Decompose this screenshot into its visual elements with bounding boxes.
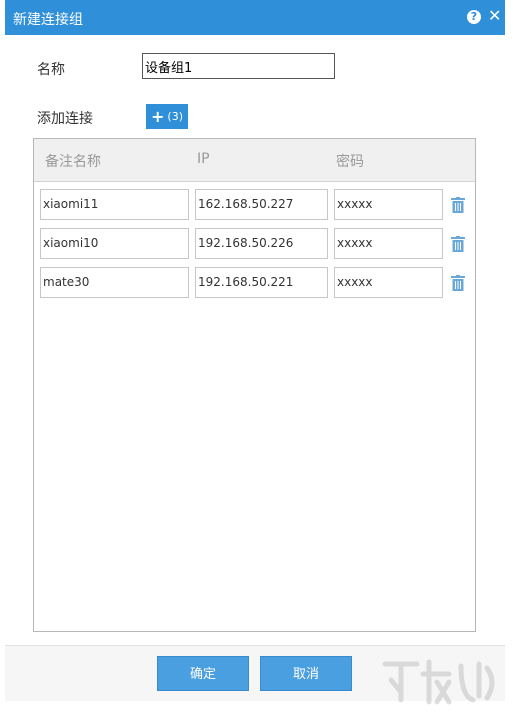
cancel-button[interactable]: 取消 (260, 656, 352, 691)
header-password: 密码 (336, 154, 364, 170)
row-ip-input[interactable]: 162.168.50.227 (195, 189, 328, 220)
name-label: 名称 (37, 62, 65, 78)
row-password-input[interactable]: xxxxx (334, 267, 443, 298)
row-name-input[interactable]: mate30 (40, 267, 189, 298)
new-connection-group-dialog: 新建连接组 ? ✕ 名称 添加连接 + (3) 备注名称 IP 密码 xiaom… (0, 0, 513, 715)
delete-row-icon[interactable] (451, 236, 465, 252)
help-icon[interactable]: ? (467, 10, 481, 24)
group-name-input[interactable] (142, 53, 335, 79)
header-ip: IP (197, 151, 210, 167)
row-password-input[interactable]: xxxxx (334, 228, 443, 259)
dialog-title: 新建连接组 (13, 12, 83, 28)
add-connection-label: 添加连接 (37, 111, 93, 127)
dialog-titlebar: 新建连接组 ? ✕ (5, 0, 505, 35)
row-password-input[interactable]: xxxxx (334, 189, 443, 220)
header-remark-name: 备注名称 (45, 154, 101, 170)
plus-icon: + (151, 107, 165, 126)
confirm-button[interactable]: 确定 (157, 656, 249, 691)
connection-count: (3) (167, 110, 183, 123)
row-name-input[interactable]: xiaomi11 (40, 189, 189, 220)
table-header: 备注名称 IP 密码 (34, 139, 475, 182)
row-name-input[interactable]: xiaomi10 (40, 228, 189, 259)
delete-row-icon[interactable] (451, 197, 465, 213)
close-icon[interactable]: ✕ (488, 6, 501, 25)
add-connection-button[interactable]: + (3) (146, 104, 188, 129)
delete-row-icon[interactable] (451, 275, 465, 291)
row-ip-input[interactable]: 192.168.50.221 (195, 267, 328, 298)
watermark-logo (382, 659, 495, 705)
row-ip-input[interactable]: 192.168.50.226 (195, 228, 328, 259)
